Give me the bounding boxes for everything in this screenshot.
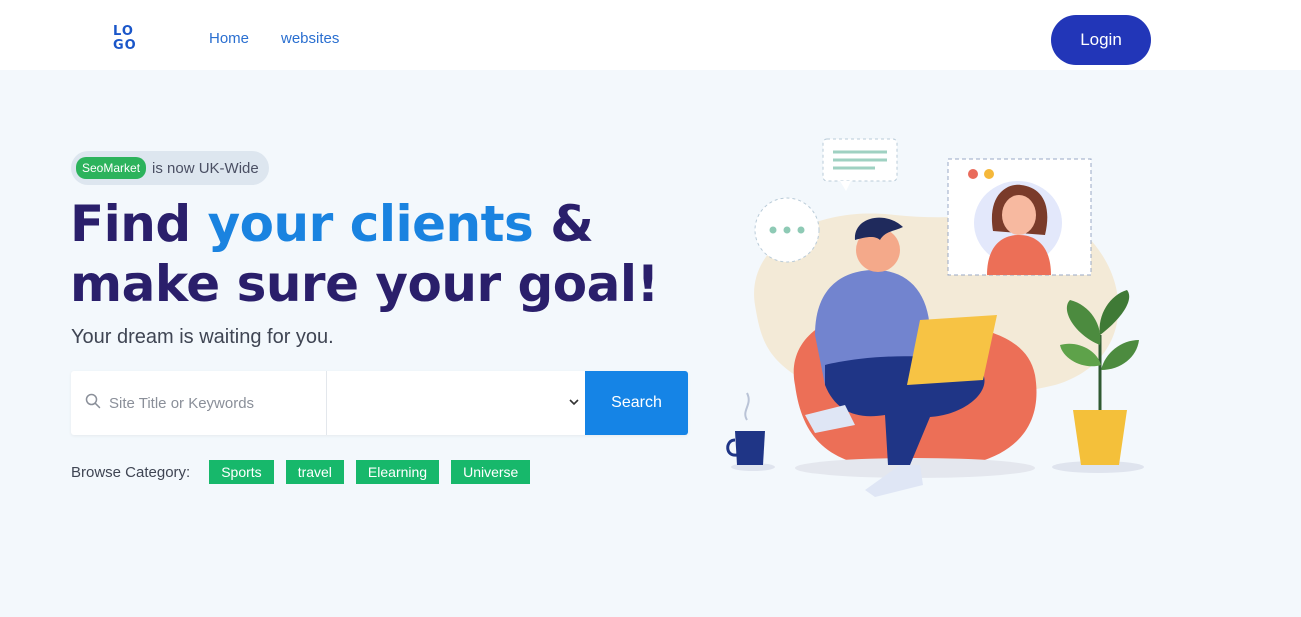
headline-accent: your clients	[207, 195, 534, 253]
top-navbar: LO GO Home websites Login	[0, 0, 1301, 70]
keyword-field	[71, 371, 327, 435]
headline-part-2: &	[533, 195, 594, 253]
search-form: Search	[71, 371, 688, 435]
hero-subtitle: Your dream is waiting for you.	[71, 326, 334, 348]
nav-websites-link[interactable]: websites	[281, 30, 339, 47]
category-select[interactable]	[327, 371, 585, 427]
logo[interactable]: LO GO	[113, 25, 141, 57]
category-tag-sports[interactable]: Sports	[209, 460, 274, 484]
headline-line-2: make sure your goal!	[70, 255, 659, 313]
headline-part-1: Find	[70, 195, 208, 253]
badge-text: is now UK-Wide	[152, 159, 259, 177]
nav-home-link[interactable]: Home	[209, 30, 249, 47]
browse-categories: Browse Category: Sports travel Elearning…	[71, 460, 542, 484]
category-tag-travel[interactable]: travel	[285, 460, 344, 484]
search-button[interactable]: Search	[585, 371, 688, 435]
keyword-input[interactable]	[109, 394, 309, 412]
login-button[interactable]: Login	[1051, 15, 1151, 65]
hero-illustration	[726, 138, 1144, 497]
hero-headline: Find your clients & make sure your goal!	[70, 194, 659, 314]
category-tag-elearning[interactable]: Elearning	[355, 460, 440, 484]
announcement-badge: SeoMarket is now UK-Wide	[71, 151, 269, 185]
badge-pill: SeoMarket	[76, 157, 147, 179]
laptop	[907, 315, 997, 385]
chat-dots-bubble	[754, 197, 820, 263]
search-icon	[85, 393, 101, 413]
chevron-down-icon	[569, 391, 579, 410]
logo-text-bottom: GO	[113, 38, 137, 53]
video-call-window	[947, 158, 1092, 276]
browse-label: Browse Category:	[71, 463, 191, 481]
coffee-mug	[726, 392, 775, 471]
category-tag-universe[interactable]: Universe	[451, 460, 531, 484]
logo-text-top: LO	[113, 24, 134, 39]
message-bubble	[822, 138, 898, 191]
